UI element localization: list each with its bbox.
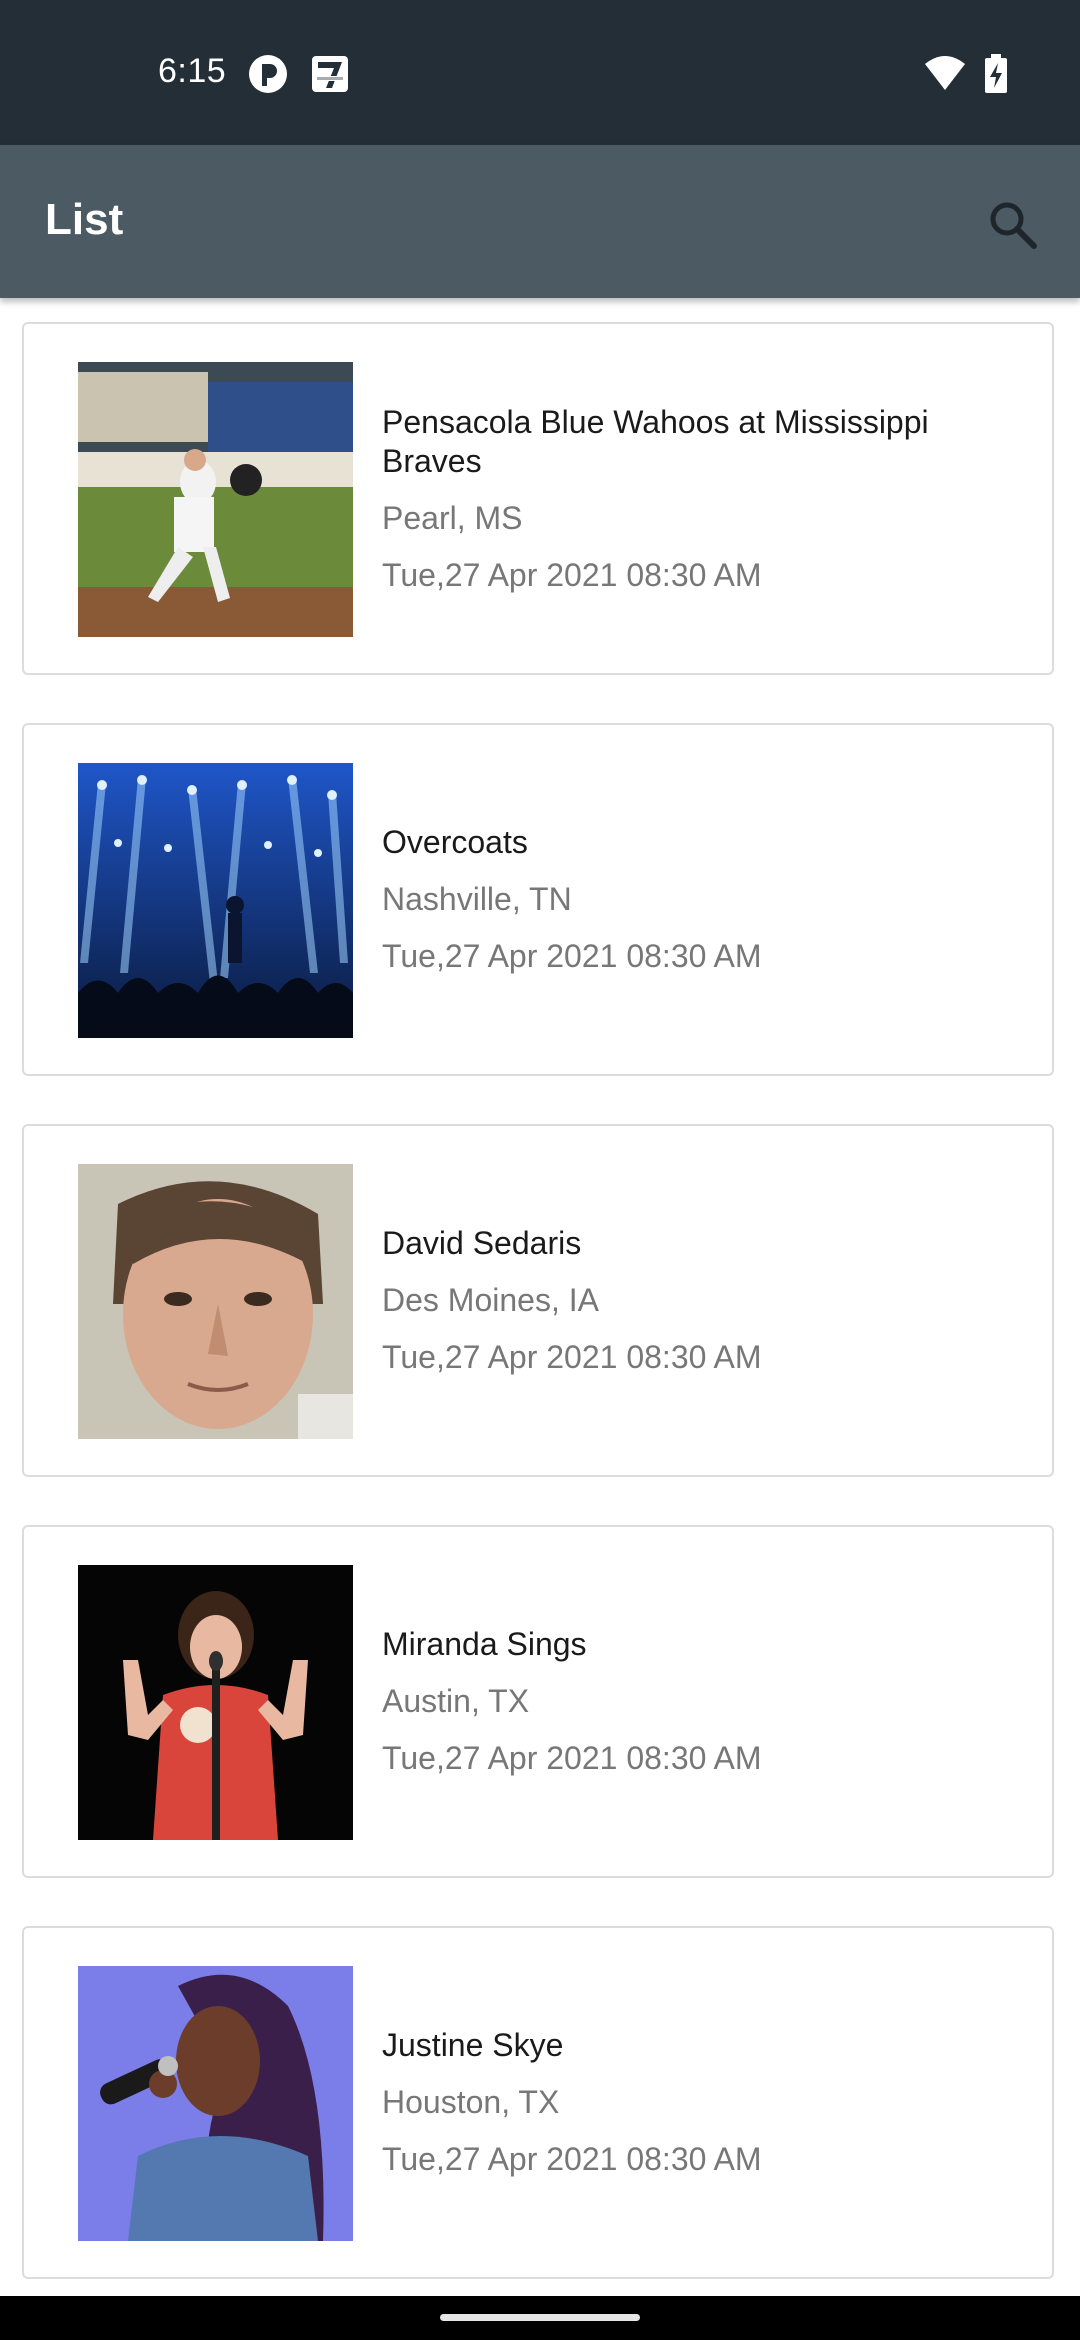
event-card[interactable]: Justine Skye Houston, TX Tue,27 Apr 2021… [22, 1926, 1054, 2279]
event-datetime: Tue,27 Apr 2021 08:30 AM [382, 938, 762, 974]
event-card[interactable]: Overcoats Nashville, TN Tue,27 Apr 2021 … [22, 723, 1054, 1076]
event-info: David Sedaris Des Moines, IA Tue,27 Apr … [382, 1126, 1012, 1475]
status-time: 6:15 [158, 52, 227, 90]
event-image [78, 1164, 353, 1439]
event-datetime: Tue,27 Apr 2021 08:30 AM [382, 1740, 762, 1776]
event-image [78, 763, 353, 1038]
event-card[interactable]: David Sedaris Des Moines, IA Tue,27 Apr … [22, 1124, 1054, 1477]
event-title: Overcoats [382, 824, 528, 860]
event-image [78, 1966, 353, 2241]
navigation-bar [0, 2296, 1080, 2340]
event-location: Des Moines, IA [382, 1282, 599, 1318]
wifi-icon [924, 54, 966, 97]
event-title: David Sedaris [382, 1225, 582, 1261]
event-datetime: Tue,27 Apr 2021 08:30 AM [382, 1339, 762, 1375]
app-bar: List [0, 145, 1080, 298]
search-icon [990, 202, 1037, 249]
event-info: Miranda Sings Austin, TX Tue,27 Apr 2021… [382, 1527, 1012, 1876]
event-location: Nashville, TN [382, 881, 572, 917]
event-location: Austin, TX [382, 1683, 530, 1719]
event-list[interactable]: Pensacola Blue Wahoos at Mississippi Bra… [0, 298, 1080, 2296]
event-info: Justine Skye Houston, TX Tue,27 Apr 2021… [382, 1928, 1012, 2277]
event-datetime: Tue,27 Apr 2021 08:30 AM [382, 2141, 762, 2177]
page-title: List [45, 195, 124, 244]
event-info: Pensacola Blue Wahoos at Mississippi Bra… [382, 324, 1012, 673]
event-title: Pensacola Blue Wahoos at Mississippi Bra… [382, 403, 929, 479]
seven-eleven-icon [310, 54, 350, 99]
event-location: Pearl, MS [382, 499, 523, 536]
event-card[interactable]: Pensacola Blue Wahoos at Mississippi Bra… [22, 322, 1054, 675]
search-button[interactable] [978, 190, 1048, 260]
event-card[interactable]: Miranda Sings Austin, TX Tue,27 Apr 2021… [22, 1525, 1054, 1878]
event-title: Justine Skye [382, 2027, 564, 2063]
app-notification-icon [248, 54, 288, 99]
event-title: Miranda Sings [382, 1626, 587, 1662]
status-bar: 6:15 [0, 0, 1080, 145]
event-image [78, 362, 353, 637]
event-image [78, 1565, 353, 1840]
event-location: Houston, TX [382, 2084, 560, 2120]
event-info: Overcoats Nashville, TN Tue,27 Apr 2021 … [382, 725, 1012, 1074]
home-indicator[interactable] [440, 2314, 640, 2321]
battery-charging-icon [984, 54, 1008, 99]
event-datetime: Tue,27 Apr 2021 08:30 AM [382, 556, 762, 593]
